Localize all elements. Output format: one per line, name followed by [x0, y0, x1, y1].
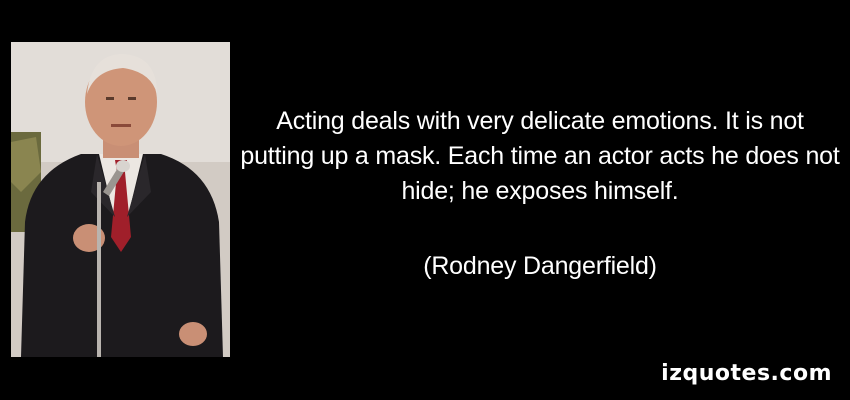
quote-card: Acting deals with very delicate emotions… [0, 0, 850, 400]
quote-block: Acting deals with very delicate emotions… [240, 104, 840, 281]
quote-author: (Rodney Dangerfield) [423, 252, 657, 280]
site-watermark: izquotes.com [661, 361, 832, 386]
quote-text: Acting deals with very delicate emotions… [240, 107, 840, 205]
portrait-photo [11, 42, 230, 357]
portrait-illustration [11, 42, 230, 357]
